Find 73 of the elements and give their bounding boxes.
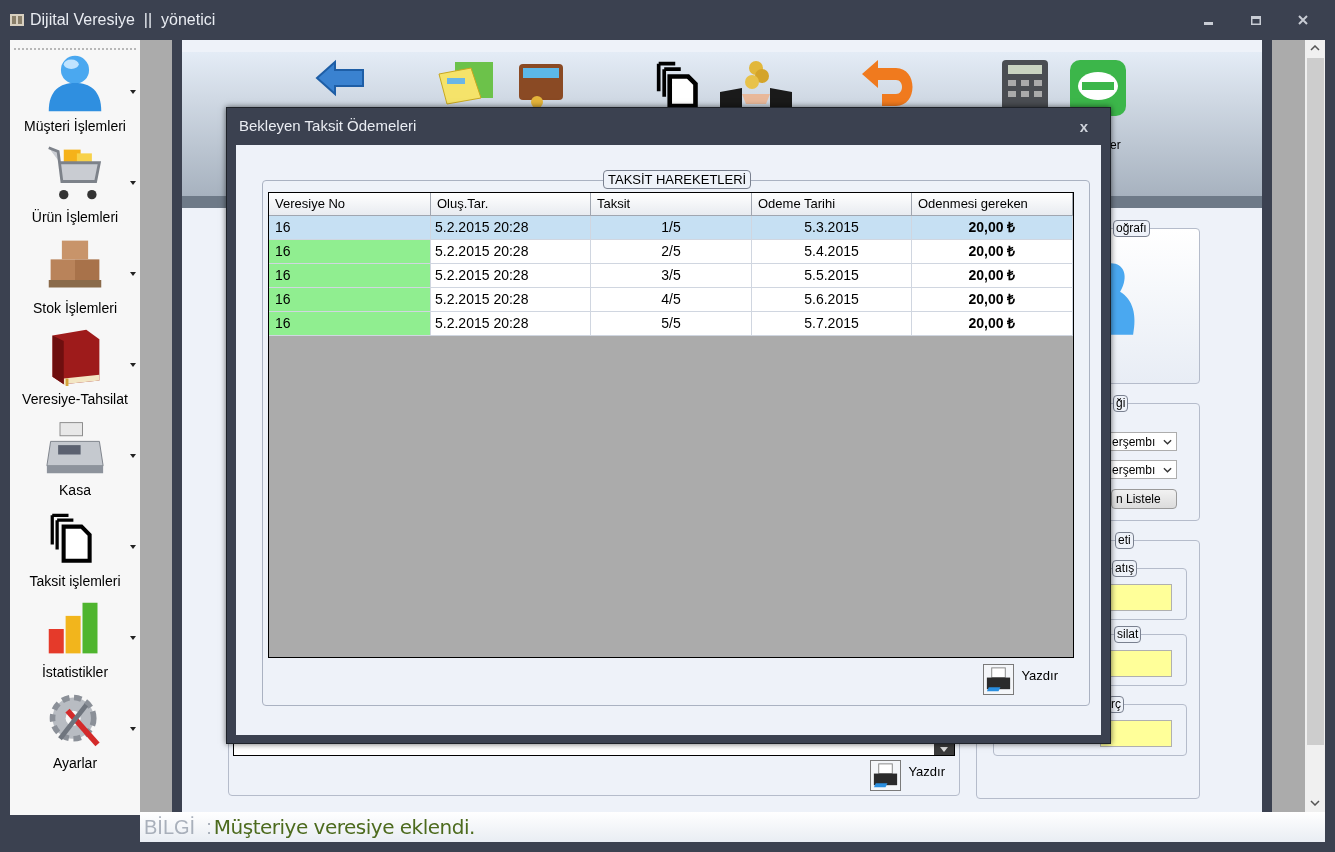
- sidebar-item[interactable]: Ürün İşlemleri: [10, 141, 140, 232]
- caret-icon[interactable]: [130, 363, 136, 367]
- toolbar-label: er: [1110, 137, 1121, 154]
- group-legend: ği: [1113, 395, 1129, 412]
- chevron-down-icon[interactable]: [1163, 438, 1172, 445]
- caret-icon[interactable]: [130, 727, 136, 731]
- app-icon: [10, 14, 24, 26]
- table-cell: 16: [269, 240, 431, 264]
- sidebar-label: İstatistikler: [41, 663, 109, 682]
- table-cell: 16: [269, 264, 431, 288]
- sidebar-label: Ayarlar: [52, 754, 98, 773]
- sidebar-label: Stok İşlemleri: [33, 299, 117, 318]
- table-row[interactable]: 16 5.2.2015 20:28 3/5 5.5.2015 20,00 ₺: [269, 264, 1073, 288]
- table-cell: 16: [269, 288, 431, 312]
- sidebar-label: Ürün İşlemleri: [31, 208, 119, 227]
- column-header[interactable]: Odeme Tarihi: [752, 193, 912, 216]
- column-header[interactable]: Taksit: [591, 193, 752, 216]
- caret-icon[interactable]: [130, 272, 136, 276]
- handshake-coins-icon[interactable]: [720, 58, 792, 110]
- back-arrow-icon[interactable]: [315, 58, 365, 98]
- sidebar-item[interactable]: İstatistikler: [10, 596, 140, 687]
- close-icon[interactable]: [1298, 15, 1308, 25]
- printer-icon[interactable]: [983, 664, 1015, 695]
- sidebar-item[interactable]: Taksit işlemleri: [10, 505, 140, 596]
- date-dropdown[interactable]: erşembı: [1109, 432, 1177, 451]
- table-row[interactable]: 16 5.2.2015 20:28 1/5 5.3.2015 20,00 ₺: [269, 216, 1073, 240]
- scroll-up-icon[interactable]: [1310, 45, 1320, 51]
- sidebar-label: Kasa: [59, 481, 91, 500]
- status-message: Müşteriye veresiye eklendi.: [213, 814, 475, 841]
- print-label[interactable]: Yazdır: [908, 762, 945, 782]
- printer-icon[interactable]: [870, 760, 902, 791]
- column-header[interactable]: Veresiye No: [269, 193, 431, 216]
- minimize-icon[interactable]: [1204, 22, 1213, 26]
- column-header[interactable]: Oluş.Tar.: [431, 193, 591, 216]
- list-button[interactable]: n Listele: [1111, 489, 1177, 509]
- table-row[interactable]: 16 5.2.2015 20:28 5/5 5.7.2015 20,00 ₺: [269, 312, 1073, 336]
- sidebar-item[interactable]: Stok İşlemleri: [10, 232, 140, 323]
- group-legend: oğrafı: [1113, 220, 1150, 237]
- sidebar-label: Taksit işlemleri: [29, 572, 121, 591]
- group-legend: eti: [1115, 532, 1134, 549]
- scroll-thumb[interactable]: [1306, 58, 1324, 745]
- column-header[interactable]: Odenmesi gereken: [912, 193, 1073, 216]
- table-cell: 5.2.2015 20:28: [431, 312, 591, 336]
- table-row[interactable]: 16 5.2.2015 20:28 2/5 5.4.2015 20,00 ₺: [269, 240, 1073, 264]
- status-label: BİLGİ :: [144, 815, 212, 840]
- print-label[interactable]: Yazdır: [1021, 666, 1058, 686]
- table-cell: 5.7.2015: [752, 312, 912, 336]
- table-cell: 20,00 ₺: [912, 312, 1073, 336]
- caret-icon[interactable]: [130, 636, 136, 640]
- table-row[interactable]: 16 5.2.2015 20:28 4/5 5.6.2015 20,00 ₺: [269, 288, 1073, 312]
- scroll-down-icon[interactable]: [1310, 800, 1320, 806]
- dialog-close-button[interactable]: x: [1079, 119, 1088, 134]
- caret-icon[interactable]: [130, 90, 136, 94]
- table-cell: 5/5: [591, 312, 752, 336]
- caret-icon[interactable]: [130, 545, 136, 549]
- group-legend: silat: [1114, 626, 1142, 643]
- maximize-icon[interactable]: [1251, 15, 1261, 25]
- sidebar-item[interactable]: Müşteri İşlemleri: [10, 50, 140, 141]
- sidebar-item[interactable]: Veresiye-Tahsilat: [10, 323, 140, 414]
- window-title: Dijital Veresiye || yönetici: [30, 10, 216, 30]
- sidebar-item[interactable]: Ayarlar: [10, 687, 140, 778]
- sidebar-label: Veresiye-Tahsilat: [22, 390, 128, 409]
- dialog-title: Bekleyen Taksit Ödemeleri: [239, 116, 417, 137]
- date-dropdown[interactable]: erşembı: [1109, 460, 1177, 479]
- group-legend: atış: [1112, 560, 1138, 577]
- sidebar-item[interactable]: Kasa: [10, 414, 140, 505]
- group-legend: TAKSİT HAREKETLERİ: [603, 170, 752, 189]
- table-cell: 16: [269, 312, 431, 336]
- sidebar-label: Müşteri İşlemleri: [24, 117, 126, 136]
- scrollbar[interactable]: [1305, 40, 1325, 812]
- caret-icon[interactable]: [130, 454, 136, 458]
- chevron-down-icon[interactable]: [1163, 466, 1172, 473]
- caret-icon[interactable]: [130, 181, 136, 185]
